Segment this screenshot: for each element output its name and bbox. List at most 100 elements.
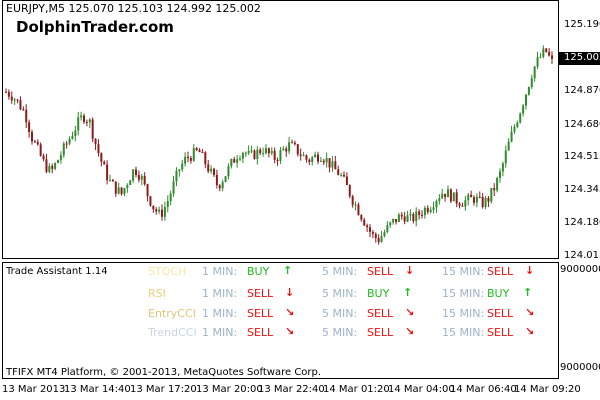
bear-candle: [337, 169, 340, 176]
bear-candle: [233, 159, 236, 163]
sell-signal: SELL: [487, 326, 514, 339]
bear-candle: [22, 109, 25, 111]
bear-candle: [85, 121, 88, 123]
bear-candle: [328, 158, 331, 168]
bear-candle: [322, 160, 325, 163]
bull-candle: [74, 130, 77, 137]
bear-candle: [91, 119, 94, 139]
bull-candle: [530, 78, 533, 87]
bear-candle: [377, 237, 380, 243]
bear-candle: [97, 144, 100, 154]
bull-candle: [542, 48, 545, 57]
bull-candle: [302, 155, 305, 157]
bull-candle: [406, 215, 409, 222]
bull-candle: [288, 142, 291, 152]
arrow-up-icon: ↑: [283, 264, 293, 277]
bear-candle: [189, 158, 192, 161]
bear-candle: [16, 99, 19, 101]
bear-candle: [106, 164, 109, 181]
indicator-panel-frame: [2, 262, 559, 379]
bull-candle: [117, 187, 120, 194]
bull-candle: [210, 168, 213, 172]
bear-candle: [267, 148, 270, 154]
bear-candle: [198, 149, 201, 153]
bull-candle: [262, 153, 265, 155]
bear-candle: [94, 138, 97, 145]
sell-signal: SELL: [487, 265, 514, 278]
bear-candle: [155, 209, 158, 212]
bull-candle: [510, 131, 513, 142]
bull-candle: [438, 198, 441, 201]
time-tick: 13 Mar 2013: [2, 384, 66, 395]
bull-candle: [325, 158, 328, 163]
bull-candle: [224, 176, 227, 182]
arrow-down-icon: ↓: [285, 286, 295, 299]
time-tick: 13 Mar 17:20: [130, 384, 197, 395]
timeframe-label: 15 MIN:: [442, 307, 485, 320]
bear-candle: [215, 175, 218, 186]
bull-candle: [423, 207, 426, 216]
bull-candle: [48, 165, 51, 172]
bull-candle: [475, 196, 478, 203]
buy-signal: BUY: [247, 265, 270, 278]
time-tick: 13 Mar 22:40: [258, 384, 325, 395]
bull-candle: [221, 181, 224, 189]
bear-candle: [418, 211, 421, 215]
bull-candle: [270, 150, 273, 154]
buy-signal: BUY: [487, 287, 510, 300]
sell-signal: SELL: [247, 287, 274, 300]
bear-candle: [400, 214, 403, 217]
time-tick: 14 Mar 06:40: [450, 384, 517, 395]
price-tick: 124.515: [564, 151, 600, 162]
time-tick: 14 Mar 01:20: [323, 384, 390, 395]
bull-candle: [319, 160, 322, 162]
bear-candle: [366, 225, 369, 228]
bear-candle: [204, 152, 207, 165]
bull-candle: [441, 193, 444, 199]
arrow-down-icon: ↘: [285, 325, 295, 338]
bear-candle: [299, 154, 302, 156]
bull-candle: [123, 188, 126, 195]
bear-candle: [201, 152, 204, 154]
bull-candle: [279, 150, 282, 161]
bear-candle: [473, 197, 475, 203]
bull-candle: [386, 225, 389, 233]
bear-candle: [285, 148, 288, 152]
bear-candle: [120, 187, 123, 195]
timeframe-label: 15 MIN:: [442, 287, 485, 300]
bear-candle: [276, 159, 279, 161]
bull-candle: [507, 141, 510, 151]
bull-candle: [59, 155, 62, 161]
bear-candle: [259, 149, 262, 154]
bull-candle: [311, 157, 314, 163]
bull-candle: [499, 171, 501, 178]
bear-candle: [7, 91, 10, 97]
bull-candle: [539, 56, 542, 58]
bear-candle: [334, 161, 337, 170]
bull-candle: [447, 189, 449, 198]
sell-signal: SELL: [247, 307, 274, 320]
bull-candle: [184, 156, 187, 164]
bear-candle: [412, 213, 415, 222]
timeframe-label: 5 MIN:: [322, 265, 358, 278]
bear-candle: [19, 100, 22, 110]
bull-candle: [354, 204, 357, 206]
bull-candle: [490, 188, 493, 202]
bull-candle: [464, 200, 467, 207]
bull-candle: [241, 153, 244, 159]
bull-candle: [533, 66, 536, 79]
bull-candle: [163, 207, 166, 217]
indicator-title: Trade Assistant 1.14: [6, 266, 108, 277]
time-tick: 13 Mar 14:40: [64, 384, 131, 395]
time-tick: 14 Mar 04:00: [388, 384, 455, 395]
bull-candle: [435, 200, 438, 208]
bear-candle: [291, 142, 293, 144]
platform-footer: TFIFX MT4 Platform, © 2001-2013, MetaQuo…: [6, 367, 322, 378]
bull-candle: [54, 163, 57, 169]
bear-candle: [152, 205, 155, 210]
bear-candle: [161, 209, 163, 217]
bear-candle: [100, 153, 103, 162]
time-tick: 13 Mar 20:00: [196, 384, 263, 395]
bear-candle: [213, 168, 215, 176]
price-chart[interactable]: [0, 0, 600, 400]
